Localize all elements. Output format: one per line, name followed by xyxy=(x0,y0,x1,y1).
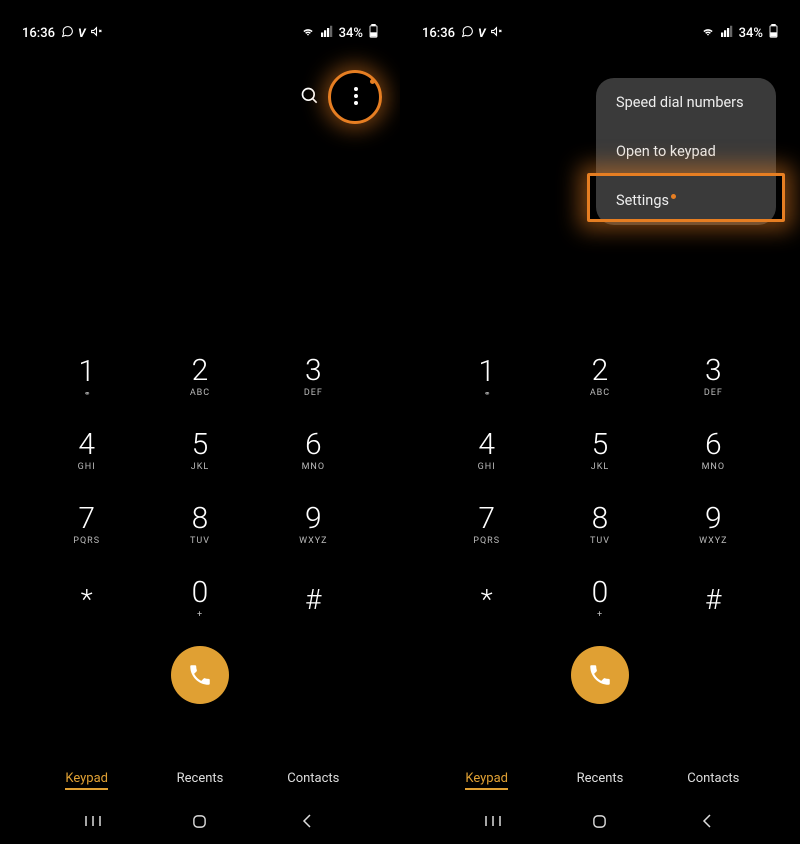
tab-keypad[interactable]: Keypad xyxy=(30,763,143,794)
key-1[interactable]: 1⚭ xyxy=(30,340,143,414)
menu-item-open-keypad[interactable]: Open to keypad xyxy=(596,127,776,176)
menu-item-settings[interactable]: Settings xyxy=(596,176,776,225)
battery-icon xyxy=(769,24,778,42)
nav-back-button[interactable] xyxy=(653,806,760,836)
android-nav-bar xyxy=(0,806,400,836)
signal-icon xyxy=(321,25,333,41)
status-time: 16:36 xyxy=(22,26,55,41)
tab-contacts[interactable]: Contacts xyxy=(257,763,370,794)
key-4[interactable]: 4GHI xyxy=(430,414,543,488)
nav-home-button[interactable] xyxy=(547,806,654,836)
key-2[interactable]: 2ABC xyxy=(143,340,256,414)
call-button[interactable] xyxy=(571,646,629,704)
status-right: 34% xyxy=(301,24,378,42)
call-button[interactable] xyxy=(171,646,229,704)
mute-icon xyxy=(490,25,503,42)
key-0[interactable]: 0+ xyxy=(543,562,656,636)
bottom-tabs: Keypad Recents Contacts xyxy=(0,763,400,794)
status-bar: 16:36 V 34% xyxy=(400,18,800,48)
key-2[interactable]: 2ABC xyxy=(543,340,656,414)
key-9[interactable]: 9WXYZ xyxy=(257,488,370,562)
wifi-icon xyxy=(301,25,315,41)
search-button[interactable] xyxy=(296,82,324,110)
top-action-row xyxy=(296,82,370,110)
bottom-tabs: Keypad Recents Contacts xyxy=(400,763,800,794)
v-icon: V xyxy=(78,26,86,40)
battery-icon xyxy=(369,24,378,42)
nav-recents-button[interactable] xyxy=(440,806,547,836)
key-9[interactable]: 9WXYZ xyxy=(657,488,770,562)
more-options-button[interactable] xyxy=(342,82,370,110)
nav-home-button[interactable] xyxy=(147,806,254,836)
battery-text: 34% xyxy=(339,26,363,41)
status-icons-left: V xyxy=(61,25,103,42)
key-star[interactable]: * xyxy=(30,562,143,636)
nav-back-button[interactable] xyxy=(253,806,360,836)
phone-screen-left: 16:36 V 34% 1⚭ 2ABC 3DEF xyxy=(0,0,400,844)
status-time: 16:36 xyxy=(422,26,455,41)
status-right: 34% xyxy=(701,24,778,42)
key-5[interactable]: 5JKL xyxy=(143,414,256,488)
key-8[interactable]: 8TUV xyxy=(143,488,256,562)
key-hash[interactable]: # xyxy=(257,562,370,636)
key-6[interactable]: 6MNO xyxy=(657,414,770,488)
dialer-keypad: 1⚭ 2ABC 3DEF 4GHI 5JKL 6MNO 7PQRS 8TUV 9… xyxy=(400,340,800,704)
key-7[interactable]: 7PQRS xyxy=(430,488,543,562)
status-left: 16:36 V xyxy=(422,25,503,42)
key-4[interactable]: 4GHI xyxy=(30,414,143,488)
tab-keypad[interactable]: Keypad xyxy=(430,763,543,794)
key-star[interactable]: * xyxy=(430,562,543,636)
status-icons-left: V xyxy=(461,25,503,42)
key-6[interactable]: 6MNO xyxy=(257,414,370,488)
tab-recents[interactable]: Recents xyxy=(543,763,656,794)
nav-recents-button[interactable] xyxy=(40,806,147,836)
key-0[interactable]: 0+ xyxy=(143,562,256,636)
notification-dot-icon xyxy=(370,79,375,84)
whatsapp-icon xyxy=(61,25,74,42)
tab-contacts[interactable]: Contacts xyxy=(657,763,770,794)
key-7[interactable]: 7PQRS xyxy=(30,488,143,562)
android-nav-bar xyxy=(400,806,800,836)
voicemail-icon: ⚭ xyxy=(484,389,490,398)
battery-text: 34% xyxy=(739,26,763,41)
status-bar: 16:36 V 34% xyxy=(0,18,400,48)
options-menu-popup: Speed dial numbers Open to keypad Settin… xyxy=(596,78,776,225)
key-hash[interactable]: # xyxy=(657,562,770,636)
signal-icon xyxy=(721,25,733,41)
tab-recents[interactable]: Recents xyxy=(143,763,256,794)
v-icon: V xyxy=(478,26,486,40)
notification-dot-icon xyxy=(671,194,676,199)
dialer-keypad: 1⚭ 2ABC 3DEF 4GHI 5JKL 6MNO 7PQRS 8TUV 9… xyxy=(0,340,400,704)
key-8[interactable]: 8TUV xyxy=(543,488,656,562)
status-left: 16:36 V xyxy=(22,25,103,42)
whatsapp-icon xyxy=(461,25,474,42)
mute-icon xyxy=(90,25,103,42)
voicemail-icon: ⚭ xyxy=(84,389,90,398)
key-3[interactable]: 3DEF xyxy=(257,340,370,414)
key-1[interactable]: 1⚭ xyxy=(430,340,543,414)
menu-item-speed-dial[interactable]: Speed dial numbers xyxy=(596,78,776,127)
key-5[interactable]: 5JKL xyxy=(543,414,656,488)
wifi-icon xyxy=(701,25,715,41)
key-3[interactable]: 3DEF xyxy=(657,340,770,414)
phone-screen-right: 16:36 V 34% Speed dial numbers Open to k… xyxy=(400,0,800,844)
